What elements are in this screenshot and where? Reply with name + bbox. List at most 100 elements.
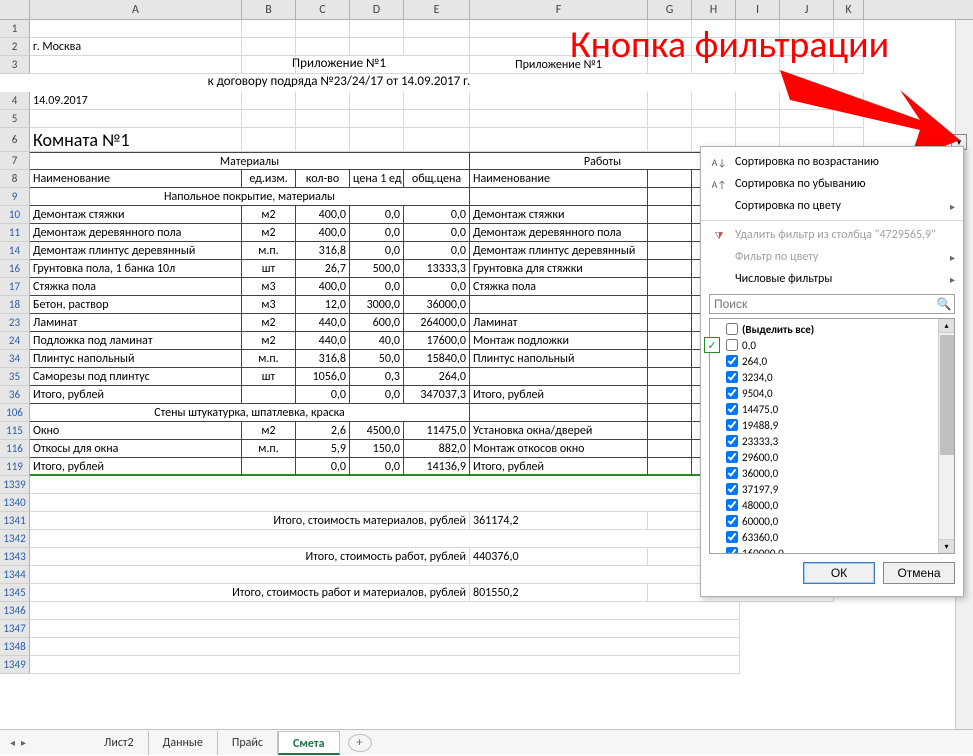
- row-header[interactable]: 119: [0, 458, 30, 476]
- sort-descending[interactable]: A↑ Сортировка по убыванию: [701, 173, 963, 195]
- cell[interactable]: 440,0: [296, 314, 350, 332]
- cell[interactable]: Окно: [30, 422, 242, 440]
- col-header[interactable]: A: [30, 0, 242, 19]
- filter-value-item[interactable]: 264,0: [712, 353, 936, 369]
- filter-values-scrollbar[interactable]: ▴ ▾: [938, 319, 954, 553]
- checkbox[interactable]: [726, 323, 738, 335]
- row-header[interactable]: 5: [0, 110, 30, 128]
- row-header[interactable]: 9: [0, 188, 30, 206]
- cell[interactable]: Грунтовка пола, 1 банка 10л: [30, 260, 242, 278]
- row-header[interactable]: 34: [0, 350, 30, 368]
- row-header[interactable]: 115: [0, 422, 30, 440]
- cell[interactable]: Демонтаж плинтус деревянный: [470, 242, 648, 260]
- cell[interactable]: Итого, рублей: [470, 386, 648, 404]
- cell[interactable]: Монтаж подложки: [470, 332, 648, 350]
- cell[interactable]: 0,0: [404, 224, 470, 242]
- col-header[interactable]: C: [296, 0, 350, 19]
- cell[interactable]: Ламинат: [30, 314, 242, 332]
- checkbox[interactable]: [726, 483, 738, 495]
- row-header[interactable]: 1343: [0, 548, 30, 566]
- cell[interactable]: [470, 368, 648, 386]
- cell[interactable]: м.п.: [242, 242, 296, 260]
- cell[interactable]: Итого, рублей: [470, 458, 648, 476]
- sheet-tab[interactable]: Смета: [278, 731, 340, 755]
- filter-search[interactable]: 🔍: [709, 294, 955, 314]
- cell[interactable]: 36000,0: [404, 296, 470, 314]
- row-header[interactable]: 1349: [0, 656, 30, 674]
- filter-value-item[interactable]: 63360,0: [712, 529, 936, 545]
- cell[interactable]: 1056,0: [296, 368, 350, 386]
- sheet-tab[interactable]: Прайс: [218, 731, 278, 755]
- cell[interactable]: 0,0: [404, 242, 470, 260]
- cell[interactable]: Грунтовка для стяжки: [470, 260, 648, 278]
- cell[interactable]: м3: [242, 296, 296, 314]
- cell[interactable]: м.п.: [242, 350, 296, 368]
- sheet-tab[interactable]: Лист2: [90, 731, 149, 755]
- filter-value-item[interactable]: 19488,9: [712, 417, 936, 433]
- row-header[interactable]: 1345: [0, 584, 30, 602]
- cell[interactable]: 0,0: [404, 278, 470, 296]
- total-label[interactable]: Итого, стоимость работ и материалов, руб…: [30, 584, 470, 602]
- cell[interactable]: 400,0: [296, 206, 350, 224]
- filter-value-item[interactable]: 160000,0: [712, 545, 936, 553]
- cell[interactable]: 50,0: [350, 350, 404, 368]
- cell[interactable]: 264,0: [404, 368, 470, 386]
- cell[interactable]: 2,6: [296, 422, 350, 440]
- cell[interactable]: Итого, рублей: [30, 386, 242, 404]
- row-header[interactable]: 2: [0, 38, 30, 56]
- cell[interactable]: Бетон, раствор: [30, 296, 242, 314]
- cell[interactable]: 26,7: [296, 260, 350, 278]
- cell[interactable]: 600,0: [350, 314, 404, 332]
- cell[interactable]: 13333,3: [404, 260, 470, 278]
- cell[interactable]: 14.09.2017: [30, 92, 242, 110]
- cell[interactable]: 12,0: [296, 296, 350, 314]
- cell[interactable]: Стяжка пола: [470, 278, 648, 296]
- cell[interactable]: Демонтаж плинтус деревянный: [30, 242, 242, 260]
- filter-value-item[interactable]: 0,0: [712, 337, 936, 353]
- row-header[interactable]: 11: [0, 224, 30, 242]
- checkbox[interactable]: [726, 451, 738, 463]
- cell[interactable]: м2: [242, 206, 296, 224]
- filter-by-color[interactable]: Фильтр по цвету ▸: [701, 246, 963, 268]
- col-header[interactable]: K: [834, 0, 864, 19]
- col-header[interactable]: G: [648, 0, 692, 19]
- row-header[interactable]: 1344: [0, 566, 30, 584]
- checkbox[interactable]: [726, 499, 738, 511]
- row-header[interactable]: 8: [0, 170, 30, 188]
- row-header[interactable]: 4: [0, 92, 30, 110]
- cell[interactable]: м2: [242, 224, 296, 242]
- checkbox[interactable]: [726, 467, 738, 479]
- row-header[interactable]: 116: [0, 440, 30, 458]
- add-sheet-button[interactable]: +: [348, 734, 372, 752]
- filter-value-item[interactable]: 3234,0: [712, 369, 936, 385]
- sheet-tab[interactable]: Данные: [149, 731, 218, 755]
- col-header[interactable]: B: [242, 0, 296, 19]
- row-header[interactable]: 6: [0, 128, 30, 152]
- cell[interactable]: 15840,0: [404, 350, 470, 368]
- checkbox[interactable]: [726, 531, 738, 543]
- cell[interactable]: 316,8: [296, 242, 350, 260]
- col-header[interactable]: I: [736, 0, 780, 19]
- row-header[interactable]: 3: [0, 56, 30, 74]
- cell[interactable]: 11475,0: [404, 422, 470, 440]
- cell[interactable]: Установка окна/дверей: [470, 422, 648, 440]
- row-header[interactable]: 35: [0, 368, 30, 386]
- sort-by-color[interactable]: Сортировка по цвету ▸: [701, 195, 963, 217]
- room-title[interactable]: Комната №1: [30, 128, 242, 152]
- cell[interactable]: м3: [242, 278, 296, 296]
- cell[interactable]: Ламинат: [470, 314, 648, 332]
- cell[interactable]: [242, 458, 296, 476]
- row-header[interactable]: 1340: [0, 494, 30, 512]
- cell[interactable]: Плинтус напольный: [470, 350, 648, 368]
- cell[interactable]: Откосы для окна: [30, 440, 242, 458]
- row-header[interactable]: 1346: [0, 602, 30, 620]
- row-header[interactable]: 1: [0, 20, 30, 38]
- filter-search-input[interactable]: [710, 295, 934, 313]
- cell[interactable]: Монтаж откосов окно: [470, 440, 648, 458]
- cell[interactable]: шт: [242, 368, 296, 386]
- col-header[interactable]: F: [470, 0, 648, 19]
- sort-ascending[interactable]: A↓ Сортировка по возрастанию: [701, 151, 963, 173]
- filter-value-item[interactable]: 14475,0: [712, 401, 936, 417]
- cell[interactable]: 882,0: [404, 440, 470, 458]
- col-header[interactable]: H: [692, 0, 736, 19]
